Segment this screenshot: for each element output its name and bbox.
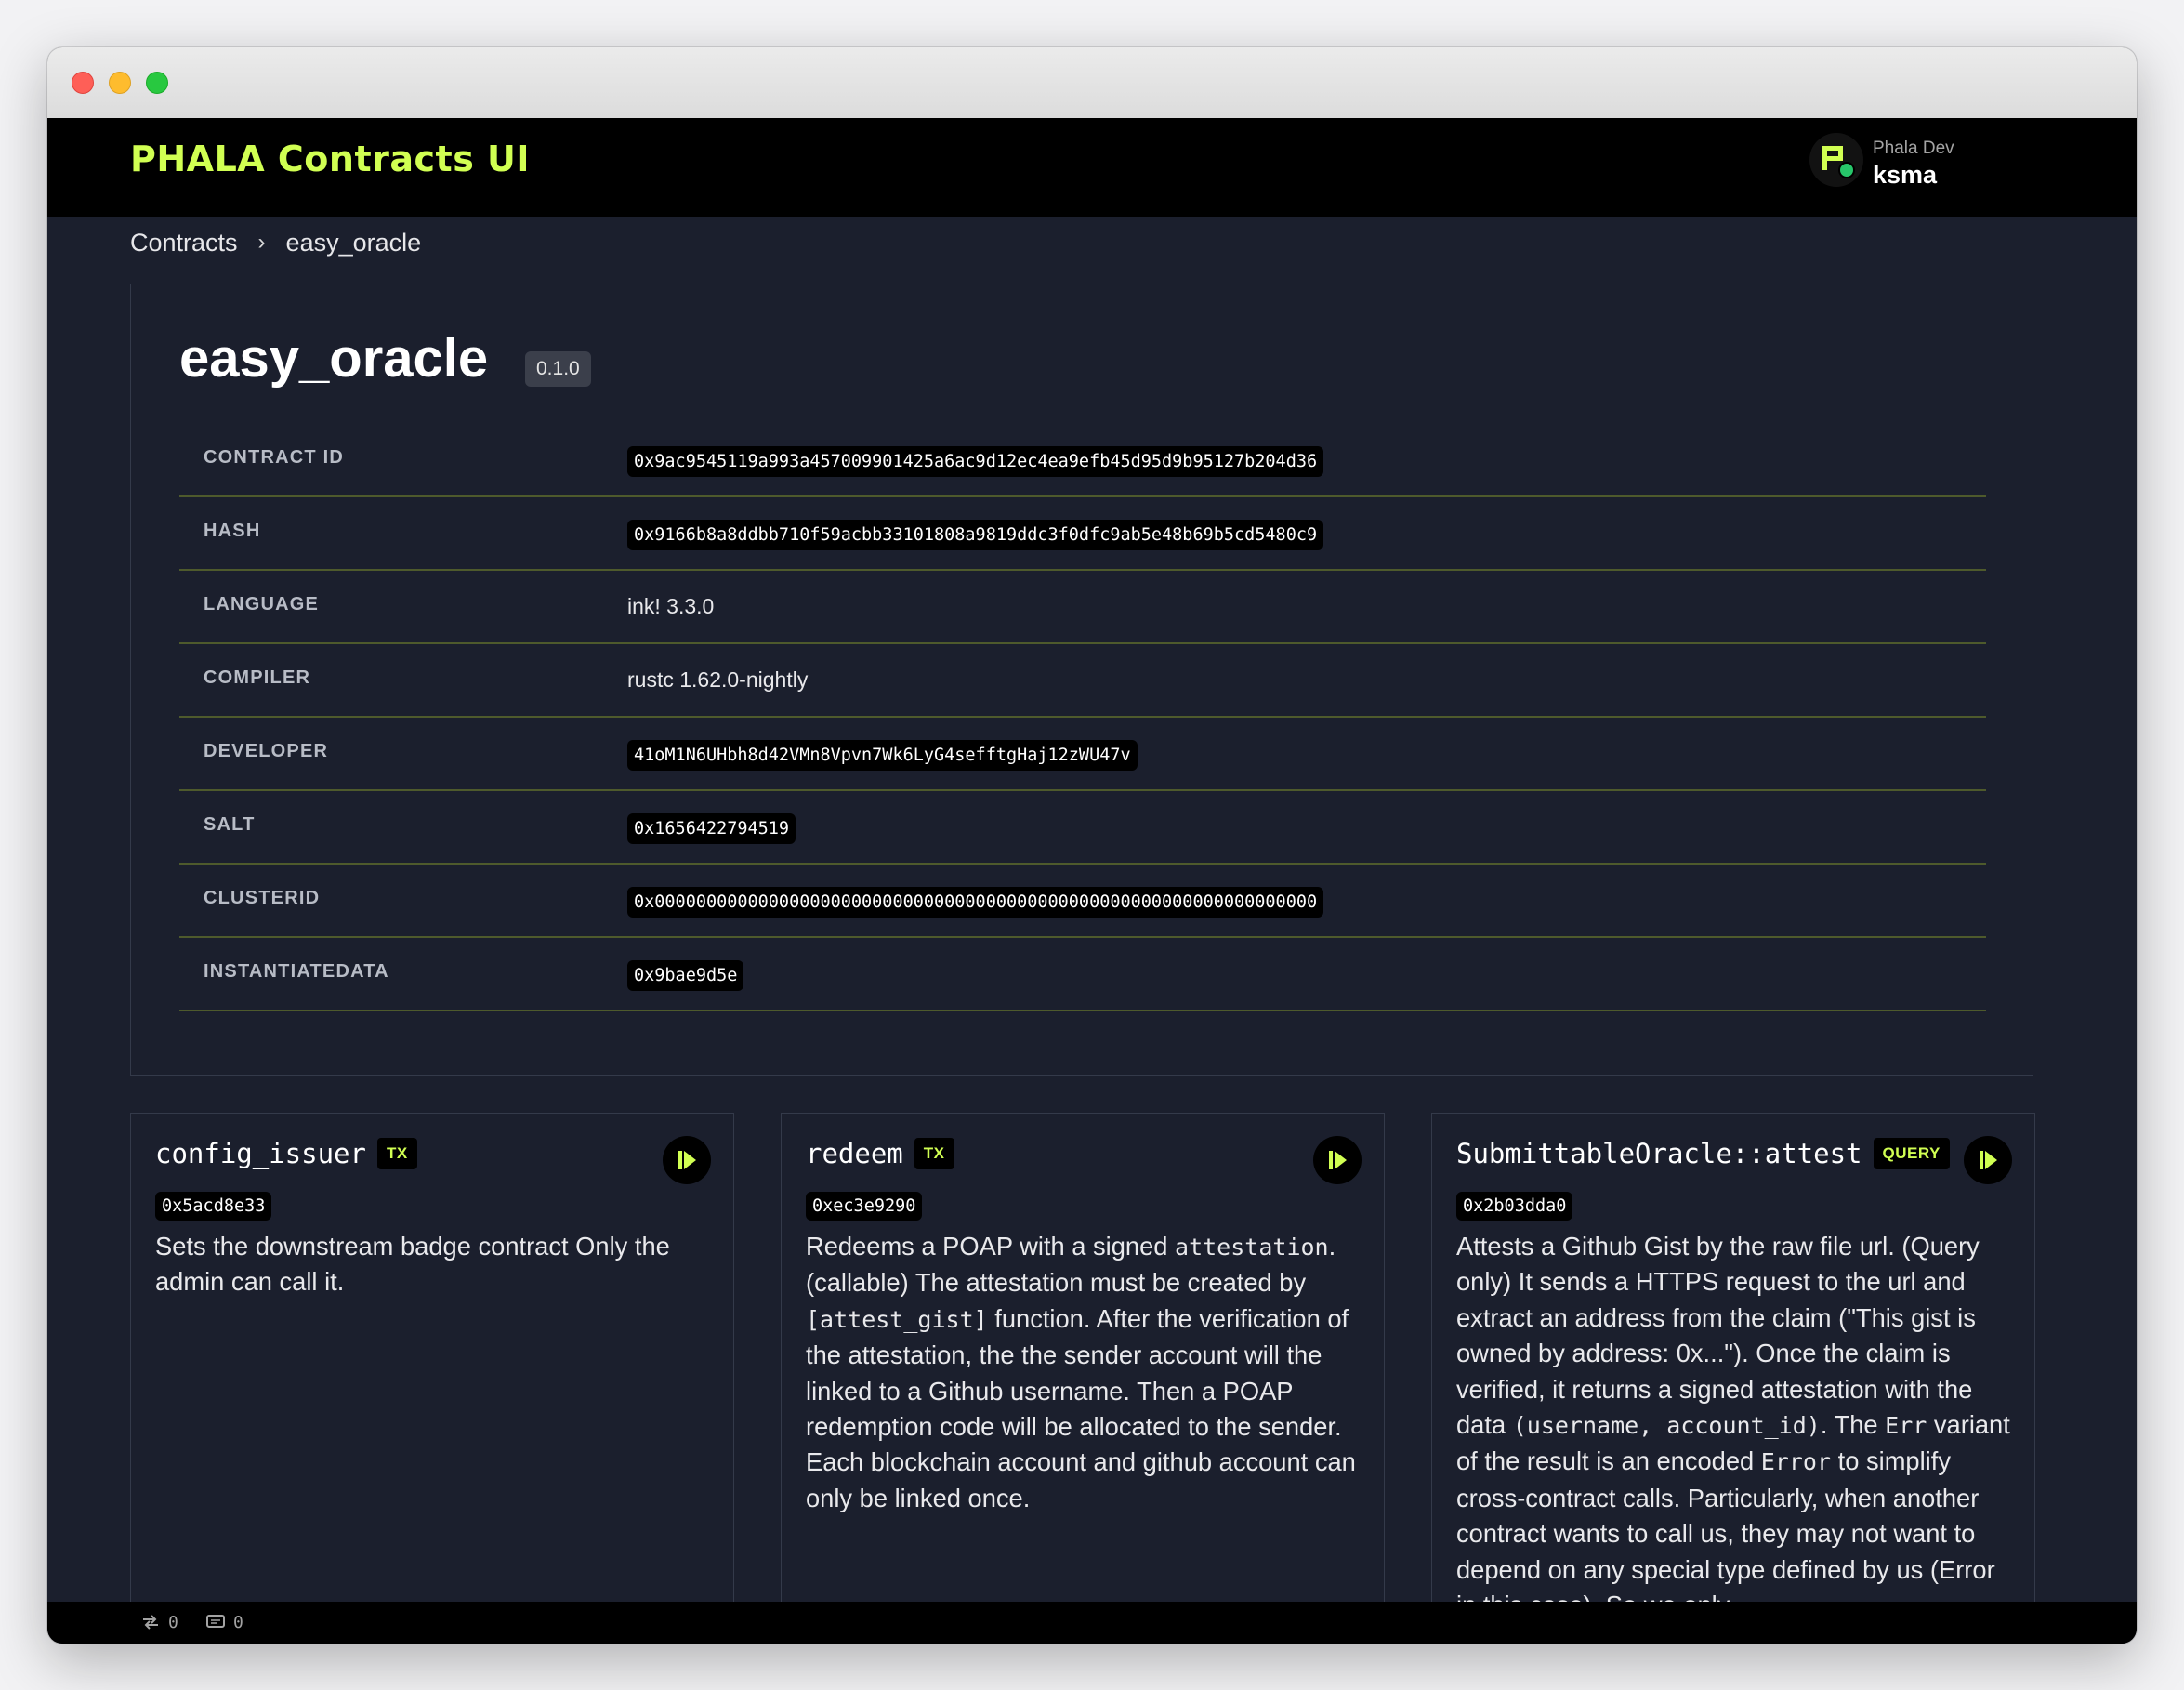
play-icon <box>678 1151 696 1169</box>
metadata-label: INSTANTIATEDATA <box>204 961 389 982</box>
method-kind-badge: TX <box>914 1138 954 1169</box>
metadata-label: DEVELOPER <box>204 741 329 761</box>
metadata-row: COMPILER rustc 1.62.0-nightly <box>179 644 1986 718</box>
metadata-row: HASH 0x9166b8a8ddbb710f59acbb33101808a981… <box>179 497 1986 571</box>
breadcrumb: Contracts › easy_oracle <box>130 224 421 261</box>
method-kind-badge: TX <box>376 1138 417 1169</box>
method-description: Sets the downstream badge contract Only … <box>155 1229 713 1301</box>
run-method-button[interactable] <box>1964 1136 2012 1184</box>
message-icon <box>206 1615 225 1628</box>
method-selector: 0x5acd8e33 <box>155 1192 272 1221</box>
metadata-code-value: 0x9166b8a8ddbb710f59acbb33101808a9819ddc… <box>627 520 1324 550</box>
messages-indicator[interactable]: 0 <box>205 1610 243 1634</box>
method-card-config-issuer: config_issuer TX 0x5acd8e33 Sets the dow… <box>130 1113 734 1633</box>
message-count: 0 <box>233 1612 243 1632</box>
metadata-row: INSTANTIATEDATA 0x9bae9d5e <box>179 938 1986 1011</box>
metadata-value: 0x00000000000000000000000000000000000000… <box>627 883 1324 919</box>
metadata-row: CONTRACT ID 0x9ac9545119a993a457009901425… <box>179 424 1986 497</box>
status-bar: 0 0 <box>47 1602 2137 1644</box>
play-icon <box>1329 1151 1347 1169</box>
minimize-window-button[interactable] <box>109 72 131 94</box>
method-name: config_issuer <box>155 1138 366 1169</box>
metadata-value: rustc 1.62.0-nightly <box>627 663 808 696</box>
account-switcher[interactable]: Phala Dev ksma <box>1809 133 2033 202</box>
metadata-value: 0x9bae9d5e <box>627 957 744 993</box>
metadata-row: CLUSTERID 0x00000000000000000000000000000… <box>179 865 1986 938</box>
metadata-value: 41oM1N6UHbh8d42VMn8Vpvn7Wk6LyG4sefftgHaj… <box>627 736 1138 772</box>
description-code: attestation <box>1175 1234 1329 1261</box>
maximize-window-button[interactable] <box>146 72 168 94</box>
metadata-row: DEVELOPER 41oM1N6UHbh8d42VMn8Vpvn7Wk6LyG4… <box>179 718 1986 791</box>
method-card-submittable-oracle-attest: SubmittableOracle::attest QUERY 0x2b03dd… <box>1431 1113 2035 1633</box>
method-kind-badge: QUERY <box>1873 1138 1950 1169</box>
close-window-button[interactable] <box>72 72 94 94</box>
window-titlebar <box>47 47 2137 119</box>
metadata-label: LANGUAGE <box>204 594 320 614</box>
browser-window: PHALA Contracts UI Phala Dev ksma Contra… <box>47 47 2137 1644</box>
description-code: Err <box>1885 1412 1927 1440</box>
metadata-code-value: 0x9ac9545119a993a457009901425a6ac9d12ec4… <box>627 446 1324 477</box>
metadata-value: 0x9166b8a8ddbb710f59acbb33101808a9819ddc… <box>627 516 1324 552</box>
metadata-row: LANGUAGE ink! 3.3.0 <box>179 571 1986 644</box>
metadata-row: SALT 0x1656422794519 <box>179 791 1986 865</box>
method-name: SubmittableOracle::attest <box>1456 1138 1862 1169</box>
description-text: Sets the downstream badge contract Only … <box>155 1232 670 1297</box>
contract-info-card: easy_oracle 0.1.0 CONTRACT ID 0x9ac954511… <box>130 284 2033 1076</box>
metadata-code-value: 41oM1N6UHbh8d42VMn8Vpvn7Wk6LyG4sefftgHaj… <box>627 740 1138 771</box>
method-selector: 0x2b03dda0 <box>1456 1192 1573 1221</box>
metadata-text-value: ink! 3.3.0 <box>627 594 715 618</box>
description-code: Error <box>1760 1448 1832 1476</box>
description-code: [attest_gist] <box>806 1305 988 1333</box>
contract-metadata-table: CONTRACT ID 0x9ac9545119a993a457009901425… <box>179 424 1986 1011</box>
app-header: PHALA Contracts UI Phala Dev ksma <box>47 118 2137 217</box>
description-text: function. After the verification of the … <box>806 1303 1356 1512</box>
description-text: Attests a Github Gist by the raw file ur… <box>1456 1232 1980 1440</box>
chevron-right-icon: › <box>257 230 266 255</box>
description-text: . The <box>1820 1410 1886 1440</box>
tx-status-indicator[interactable]: 0 <box>140 1610 178 1634</box>
breadcrumb-contracts-link[interactable]: Contracts <box>130 229 238 257</box>
metadata-value: 0x1656422794519 <box>627 810 796 846</box>
method-description: Attests a Github Gist by the raw file ur… <box>1456 1229 2014 1623</box>
metadata-code-value: 0x9bae9d5e <box>627 960 744 991</box>
metadata-text-value: rustc 1.62.0-nightly <box>627 667 809 692</box>
play-icon <box>1980 1151 1997 1169</box>
app-title[interactable]: PHALA Contracts UI <box>130 139 530 179</box>
description-code: (username, account_id) <box>1512 1412 1821 1440</box>
metadata-label: CONTRACT ID <box>204 447 344 468</box>
method-card-redeem: redeem TX 0xec3e9290 Redeems a POAP with… <box>781 1113 1385 1633</box>
method-selector: 0xec3e9290 <box>806 1192 923 1221</box>
transfer-icon <box>143 1615 158 1630</box>
account-name: ksma <box>1873 161 1938 189</box>
metadata-code-value: 0x00000000000000000000000000000000000000… <box>627 887 1324 918</box>
tx-count: 0 <box>168 1612 178 1632</box>
contract-title: easy_oracle <box>179 328 489 389</box>
metadata-label: CLUSTERID <box>204 888 321 908</box>
metadata-code-value: 0x1656422794519 <box>627 813 796 844</box>
method-description: Redeems a POAP with a signed attestation… <box>806 1229 1363 1516</box>
account-network-label: Phala Dev <box>1873 139 1954 158</box>
metadata-value: 0x9ac9545119a993a457009901425a6ac9d12ec4… <box>627 442 1324 479</box>
run-method-button[interactable] <box>663 1136 711 1184</box>
phala-logo-icon <box>1809 133 1863 187</box>
metadata-value: ink! 3.3.0 <box>627 589 714 623</box>
breadcrumb-current: easy_oracle <box>285 228 422 257</box>
method-name: redeem <box>806 1138 903 1169</box>
run-method-button[interactable] <box>1313 1136 1362 1184</box>
metadata-label: COMPILER <box>204 667 311 688</box>
metadata-label: HASH <box>204 521 261 541</box>
version-badge: 0.1.0 <box>525 351 591 387</box>
metadata-label: SALT <box>204 814 256 835</box>
description-text: Redeems a POAP with a signed <box>806 1232 1176 1261</box>
